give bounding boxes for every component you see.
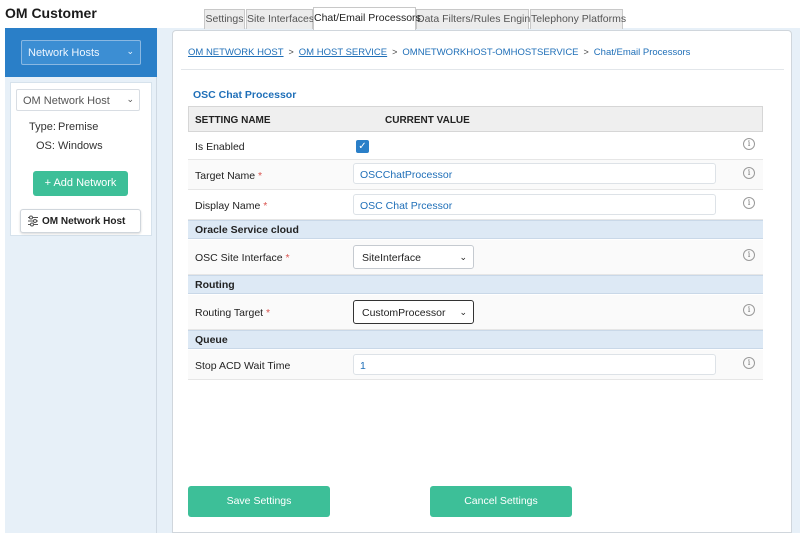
host-type-label: Type: [29, 121, 56, 133]
table-row: OSC Site Interface * SiteInterface ⌄ [188, 240, 763, 275]
table-row: Target Name * OSCChatProcessor [188, 160, 763, 190]
network-host-select-label: OM Network Host [23, 95, 110, 107]
setting-label-display-name: Display Name * [195, 200, 268, 212]
breadcrumb-separator: > [583, 47, 589, 57]
required-marker: * [258, 170, 263, 182]
routing-target-value: CustomProcessor [362, 307, 446, 319]
tab-data-filters-rules-engine[interactable]: Data Filters/Rules Engine [416, 9, 536, 29]
column-header-setting-name: SETTING NAME [195, 115, 271, 126]
sliders-icon [27, 215, 39, 230]
table-header: SETTING NAME CURRENT VALUE [188, 106, 763, 132]
info-icon[interactable]: i [743, 197, 755, 209]
sidebar: Network Hosts ⌄ OM Network Host ⌄ Type: … [5, 28, 157, 533]
required-marker: * [266, 307, 271, 319]
breadcrumb-link-omnetworkhost-omhostservice[interactable]: OMNETWORKHOST-OMHOSTSERVICE [402, 47, 578, 58]
network-hosts-select-label: Network Hosts [28, 47, 100, 59]
breadcrumb: OM NETWORK HOST > OM HOST SERVICE > OMNETWOR… [188, 47, 690, 58]
tab-telephony-platforms[interactable]: Telephony Platforms [530, 9, 626, 29]
osc-site-interface-select[interactable]: SiteInterface ⌄ [353, 245, 474, 269]
group-title: Oracle Service cloud [195, 224, 299, 236]
group-header-routing: Routing [188, 275, 763, 294]
column-header-current-value: CURRENT VALUE [385, 115, 470, 126]
cancel-settings-button[interactable]: Cancel Settings [430, 486, 572, 517]
target-name-input[interactable]: OSCChatProcessor [353, 163, 716, 184]
group-header-oracle-service-cloud: Oracle Service cloud [188, 220, 763, 239]
breadcrumb-separator: > [392, 47, 398, 57]
tab-chat-email-processors[interactable]: Chat/Email Processors [313, 7, 421, 30]
breadcrumb-separator: > [288, 47, 294, 57]
chevron-down-icon: ⌄ [126, 94, 134, 104]
sidebar-item-label: OM Network Host [42, 216, 126, 227]
info-icon[interactable]: i [743, 249, 755, 261]
section-title: OSC Chat Processor [193, 89, 297, 101]
setting-label-osc-site-interface: OSC Site Interface * [195, 252, 290, 264]
chevron-down-icon: ⌄ [459, 307, 467, 317]
table-row: Routing Target * CustomProcessor ⌄ [188, 295, 763, 330]
routing-target-select[interactable]: CustomProcessor ⌄ [353, 300, 474, 324]
required-marker: * [285, 252, 290, 264]
breadcrumb-link-om-network-host[interactable]: OM NETWORK HOST [188, 47, 284, 58]
host-type-value: Premise [58, 121, 99, 133]
osc-site-interface-value: SiteInterface [362, 252, 421, 264]
table-row: Stop ACD Wait Time 1 [188, 350, 763, 380]
breadcrumb-link-om-host-service[interactable]: OM HOST SERVICE [299, 47, 387, 58]
is-enabled-checkbox[interactable]: ✓ [356, 140, 369, 153]
setting-label-target-name: Target Name * [195, 170, 263, 182]
info-icon[interactable]: i [743, 138, 755, 150]
divider [181, 69, 784, 70]
info-icon[interactable]: i [743, 304, 755, 316]
setting-label-routing-target: Routing Target * [195, 307, 271, 319]
app-title: OM Customer [5, 5, 97, 21]
tab-settings[interactable]: Settings [204, 9, 245, 29]
host-os-label: OS: [36, 140, 55, 152]
table-row: Display Name * OSC Chat Prcessor [188, 190, 763, 220]
sidebar-header: Network Hosts ⌄ [5, 28, 157, 77]
table-row: Is Enabled ✓ [188, 132, 763, 160]
setting-label-is-enabled: Is Enabled [195, 141, 245, 153]
group-title: Queue [195, 334, 228, 346]
host-os-value: Windows [58, 140, 103, 152]
save-settings-button[interactable]: Save Settings [188, 486, 330, 517]
tab-site-interfaces[interactable]: Site Interfaces [246, 9, 314, 29]
group-title: Routing [195, 279, 235, 291]
chevron-down-icon: ⌄ [126, 46, 134, 56]
network-host-select[interactable]: OM Network Host ⌄ [16, 89, 140, 111]
chevron-down-icon: ⌄ [459, 252, 467, 262]
setting-label-stop-acd-wait-time: Stop ACD Wait Time [195, 360, 291, 372]
breadcrumb-current: Chat/Email Processors [593, 47, 691, 58]
network-hosts-select[interactable]: Network Hosts ⌄ [21, 40, 141, 65]
add-network-host-button[interactable]: + Add Network Host [33, 171, 128, 214]
info-icon[interactable]: i [743, 167, 755, 179]
stop-acd-wait-time-input[interactable]: 1 [353, 354, 716, 375]
group-header-queue: Queue [188, 330, 763, 349]
required-marker: * [263, 200, 268, 212]
info-icon[interactable]: i [743, 357, 755, 369]
sidebar-item-om-network-host[interactable]: OM Network Host [20, 209, 141, 233]
display-name-input[interactable]: OSC Chat Prcessor [353, 194, 716, 215]
